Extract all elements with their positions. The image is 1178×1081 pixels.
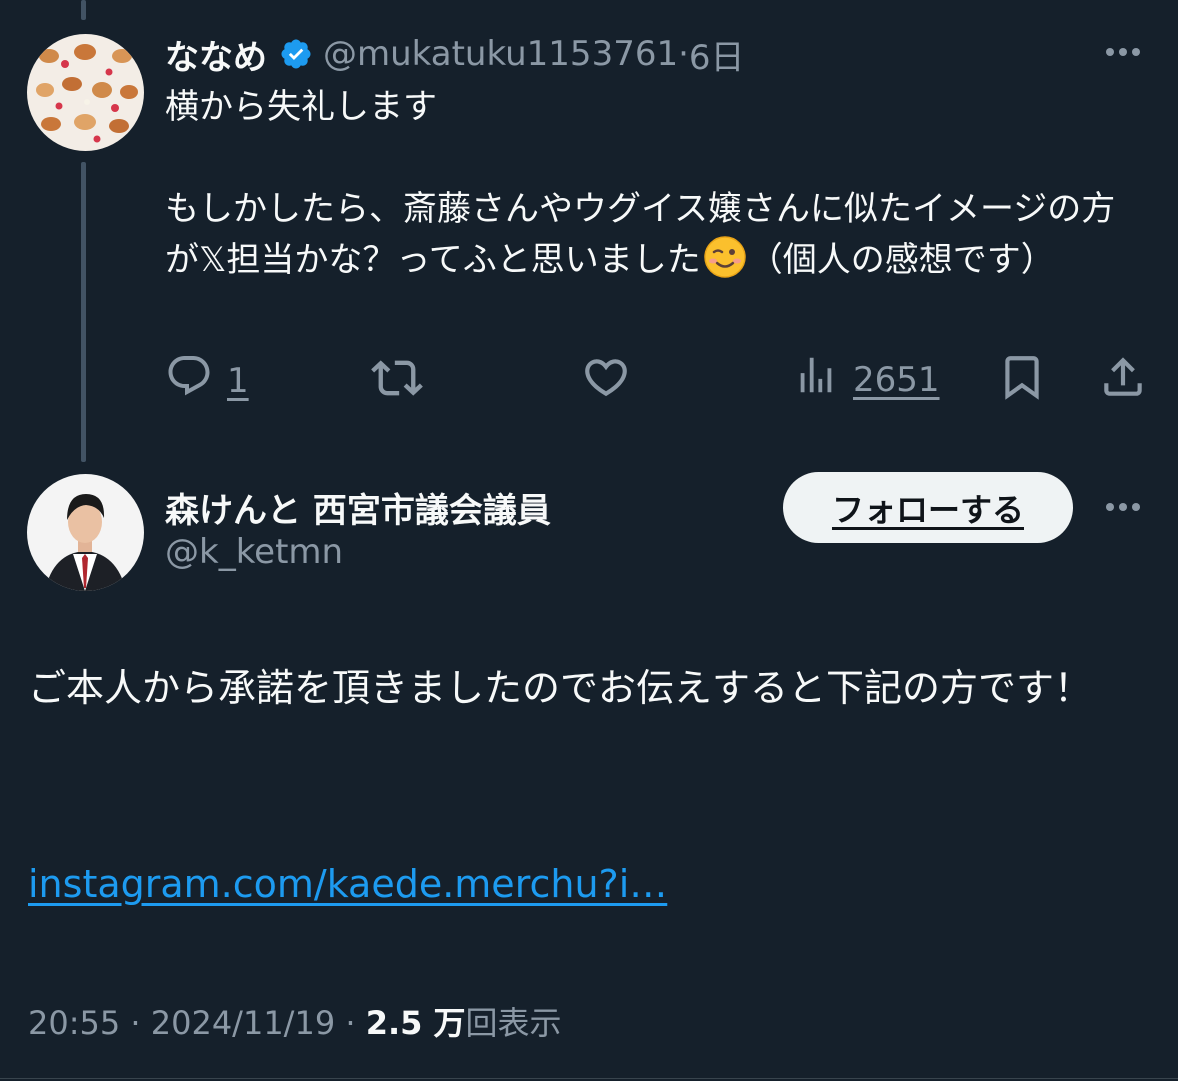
meta-separator: · <box>120 1004 151 1042</box>
tweet-time[interactable]: 20:55 <box>28 1004 120 1042</box>
follow-button[interactable]: フォローする <box>783 472 1073 543</box>
reply-body: 横から失礼します もしかしたら、斎藤さんやウグイス嬢さんに似たイメージの方が𝕏担… <box>165 82 1140 286</box>
reply-handle[interactable]: @mukatuku1153761 <box>323 34 678 74</box>
bookmark-icon <box>997 352 1047 411</box>
more-icon[interactable] <box>1106 503 1140 511</box>
like-button[interactable] <box>581 352 631 411</box>
tweet-date[interactable]: 2024/11/19 <box>151 1004 335 1042</box>
share-icon <box>1098 352 1148 411</box>
tweet-thread-screen: ななめ @mukatuku1153761 · 6日 横から失礼します もしかした… <box>0 0 1178 1081</box>
main-tweet-text: ご本人から承諾を頂きましたのでお伝えすると下記の方です！ <box>28 666 1093 710</box>
winking-face-icon <box>703 235 747 279</box>
share-button[interactable] <box>1098 352 1148 411</box>
retweet-icon <box>371 352 423 413</box>
main-display-name[interactable]: 森けんと 西宮市議会議員 <box>165 483 551 532</box>
reply-text-line: 横から失礼します <box>165 87 437 127</box>
reply-text-paragraph: もしかしたら、斎藤さんやウグイス嬢さんに似たイメージの方が𝕏担当かな？ってふと思… <box>165 184 1140 286</box>
main-handle[interactable]: @k_ketmn <box>165 532 343 572</box>
instagram-link[interactable]: instagram.com/kaede.merchu?i… <box>28 862 667 906</box>
meta-separator: · <box>335 1004 366 1042</box>
views-icon <box>793 352 839 407</box>
more-icon[interactable] <box>1106 48 1140 56</box>
reply-icon <box>165 352 213 409</box>
reply-count: 1 <box>227 360 249 401</box>
reply-text-part: （個人の感想です） <box>748 240 1055 280</box>
views-count: 2.5 万 <box>365 1004 466 1042</box>
reply-text-blank <box>165 133 1140 184</box>
retweet-button[interactable] <box>371 352 423 413</box>
views-button[interactable]: 2651 <box>793 352 940 407</box>
main-avatar[interactable] <box>27 474 144 591</box>
pancake-pattern-avatar-image <box>27 34 144 151</box>
reply-timestamp[interactable]: 6日 <box>689 30 745 79</box>
thread-line-top <box>81 0 86 20</box>
divider <box>0 1078 1178 1079</box>
heart-icon <box>581 352 631 411</box>
view-count: 2651 <box>853 359 940 400</box>
reply-display-name[interactable]: ななめ <box>165 30 267 79</box>
bookmark-button[interactable] <box>997 352 1047 411</box>
reply-action-bar: 1 2651 <box>165 352 1145 404</box>
reply-button[interactable]: 1 <box>165 352 249 409</box>
verified-badge-icon <box>279 37 313 71</box>
reply-avatar[interactable] <box>27 34 144 151</box>
reply-header: ななめ @mukatuku1153761 · 6日 <box>165 30 745 78</box>
person-in-suit-avatar-image <box>27 474 144 591</box>
views-label: 回表示 <box>465 1004 562 1042</box>
thread-line-bottom <box>81 162 86 462</box>
header-separator: · <box>678 34 689 74</box>
tweet-meta: 20:55 · 2024/11/19 · 2.5 万回表示 <box>28 998 562 1044</box>
